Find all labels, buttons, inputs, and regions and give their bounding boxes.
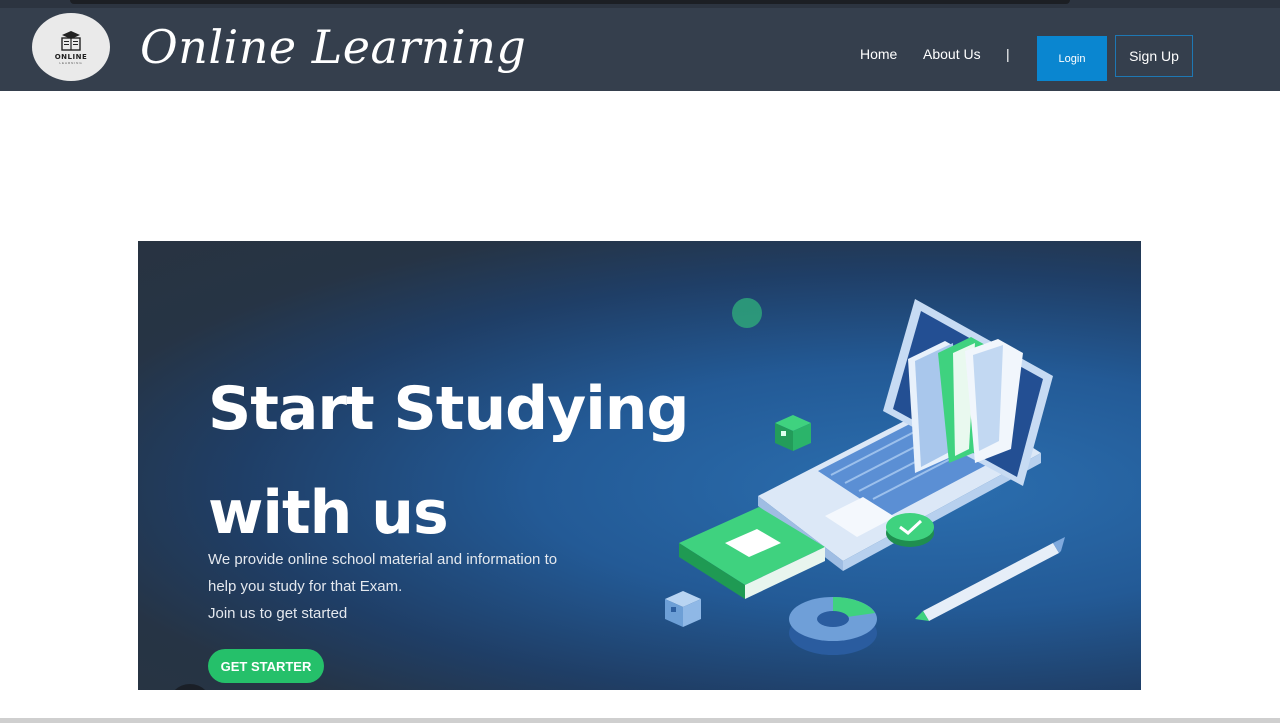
hero-banner: Start Studying with us We provide online…: [138, 241, 1141, 690]
pen-icon: [915, 537, 1065, 621]
hero-description-line-1: We provide online school material and in…: [208, 551, 558, 568]
logo-subtext: LEARNING: [59, 60, 83, 65]
login-button[interactable]: Login: [1037, 36, 1107, 81]
pie-chart-icon: [789, 597, 877, 655]
nav-separator: |: [1006, 46, 1010, 62]
laptop-books-icon: [665, 298, 1065, 655]
chat-widget-icon[interactable]: [168, 684, 212, 690]
sign-up-button[interactable]: Sign Up: [1115, 35, 1193, 77]
navbar: ONLINE LEARNING Online Learning Home Abo…: [0, 8, 1280, 91]
brand-title[interactable]: Online Learning: [140, 14, 526, 80]
hero-description-line-3: Join us to get started: [208, 605, 348, 622]
browser-tab-strip: [70, 0, 1070, 4]
green-cube-icon: [775, 415, 811, 451]
blue-cube-icon: [665, 591, 701, 627]
hero-description: We provide online school material and in…: [208, 546, 557, 627]
hero-headline: Start Studying with us: [208, 357, 689, 565]
page-bottom-edge: [0, 718, 1280, 723]
book-cap-icon: [61, 30, 81, 51]
get-starter-button[interactable]: GET STARTER: [208, 649, 324, 683]
nav-link-home[interactable]: Home: [860, 46, 897, 62]
hero-headline-line-1: Start Studying: [208, 374, 689, 444]
check-badge-icon: [886, 513, 934, 547]
nav-link-about-us[interactable]: About Us: [923, 46, 981, 62]
browser-top-edge: [0, 0, 1280, 8]
hero-description-line-2: help you study for that Exam.: [208, 578, 403, 595]
logo-text: ONLINE: [54, 52, 88, 61]
site-logo[interactable]: ONLINE LEARNING: [32, 13, 110, 81]
